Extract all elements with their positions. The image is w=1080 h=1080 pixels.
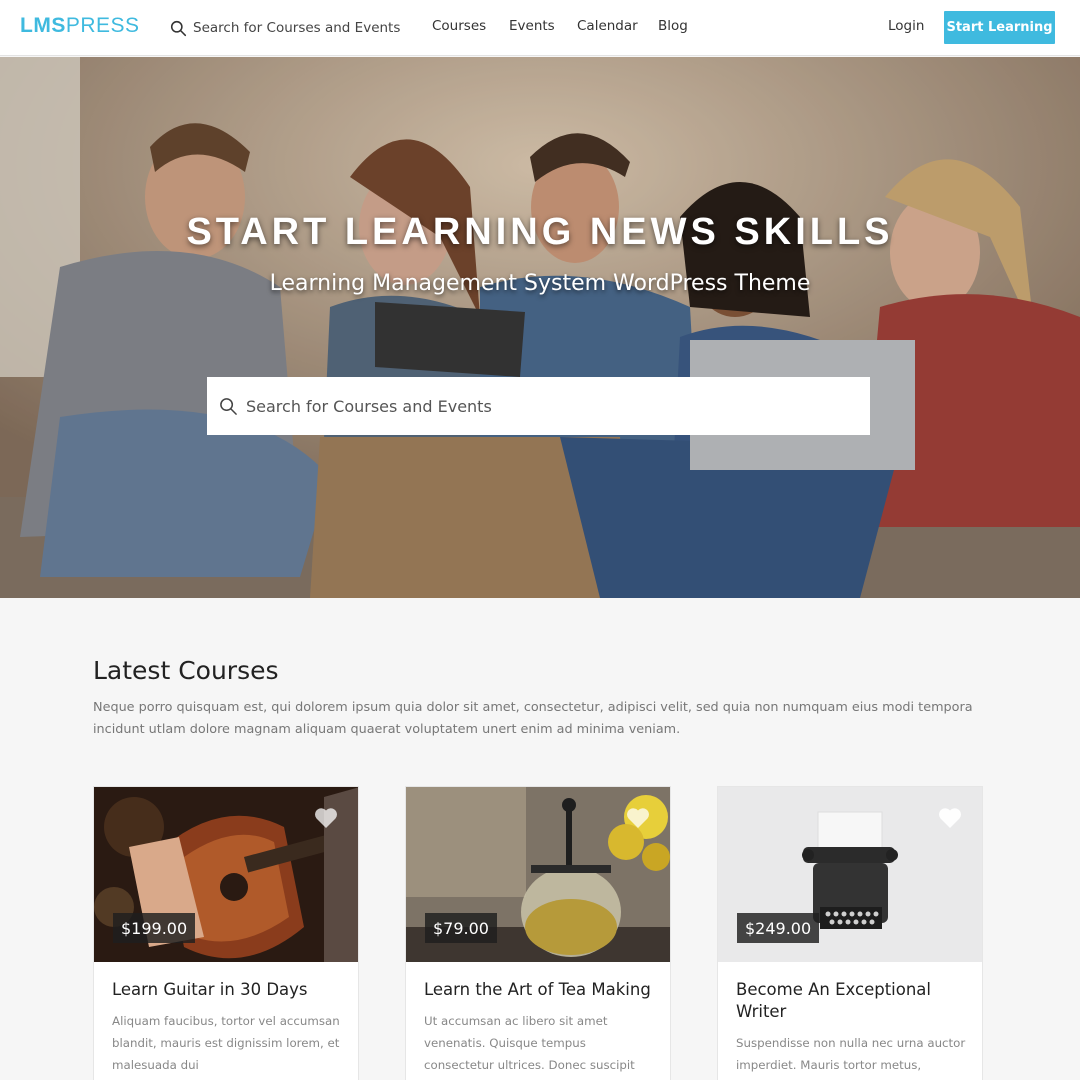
hero-background-photo xyxy=(0,57,1080,598)
latest-courses-title: Latest Courses xyxy=(93,656,279,685)
logo-text-light: PRESS xyxy=(65,14,140,37)
course-price: $199.00 xyxy=(113,913,196,943)
heart-icon[interactable] xyxy=(314,807,338,829)
hero-subtitle: Learning Management System WordPress The… xyxy=(269,271,811,296)
latest-courses-description: Neque porro quisquam est, qui dolorem ip… xyxy=(93,700,973,737)
search-icon xyxy=(220,397,237,415)
hero-title: START LEARNING NEWS SKILLS xyxy=(186,211,894,253)
search-icon xyxy=(170,20,187,36)
course-thumbnail-typewriter[interactable]: $249.00 xyxy=(718,787,982,962)
course-price: $249.00 xyxy=(737,913,820,943)
course-price: $79.00 xyxy=(425,913,497,943)
site-logo[interactable]: LMSPRESS xyxy=(20,14,140,38)
nav-events[interactable]: Events xyxy=(509,18,555,34)
course-description: Suspendisse non nulla nec urna auctor im… xyxy=(736,1036,966,1072)
header-search[interactable]: Search for Courses and Events xyxy=(170,17,400,39)
course-thumbnail-guitar[interactable]: $199.00 xyxy=(94,787,358,962)
course-card[interactable]: $79.00 Learn the Art of Tea Making Ut ac… xyxy=(405,786,671,1080)
course-description: Aliquam faucibus, tortor vel accumsan bl… xyxy=(112,1014,340,1072)
site-header: LMSPRESS Search for Courses and Events C… xyxy=(0,0,1080,56)
nav-calendar[interactable]: Calendar xyxy=(577,18,638,34)
nav-courses[interactable]: Courses xyxy=(432,18,486,34)
course-title[interactable]: Learn Guitar in 30 Days xyxy=(112,979,347,1001)
nav-blog[interactable]: Blog xyxy=(658,18,688,34)
course-thumbnail-tea[interactable]: $79.00 xyxy=(406,787,670,962)
hero-search-box[interactable] xyxy=(207,377,870,435)
course-title[interactable]: Learn the Art of Tea Making xyxy=(424,979,659,1001)
course-card[interactable]: $249.00 Become An Exceptional Writer Sus… xyxy=(717,786,983,1080)
course-description: Ut accumsan ac libero sit amet venenatis… xyxy=(424,1014,635,1072)
login-link[interactable]: Login xyxy=(888,18,924,34)
header-search-placeholder: Search for Courses and Events xyxy=(193,20,401,36)
logo-text-bold: LMS xyxy=(20,14,66,37)
course-title[interactable]: Become An Exceptional Writer xyxy=(736,979,971,1023)
hero-search-input[interactable] xyxy=(246,396,846,416)
course-card[interactable]: $199.00 Learn Guitar in 30 Days Aliquam … xyxy=(93,786,359,1080)
hero-banner: START LEARNING NEWS SKILLS Learning Mana… xyxy=(0,57,1080,598)
heart-icon[interactable] xyxy=(938,807,962,829)
heart-icon[interactable] xyxy=(626,807,650,829)
start-learning-button[interactable]: Start Learning xyxy=(944,11,1055,44)
